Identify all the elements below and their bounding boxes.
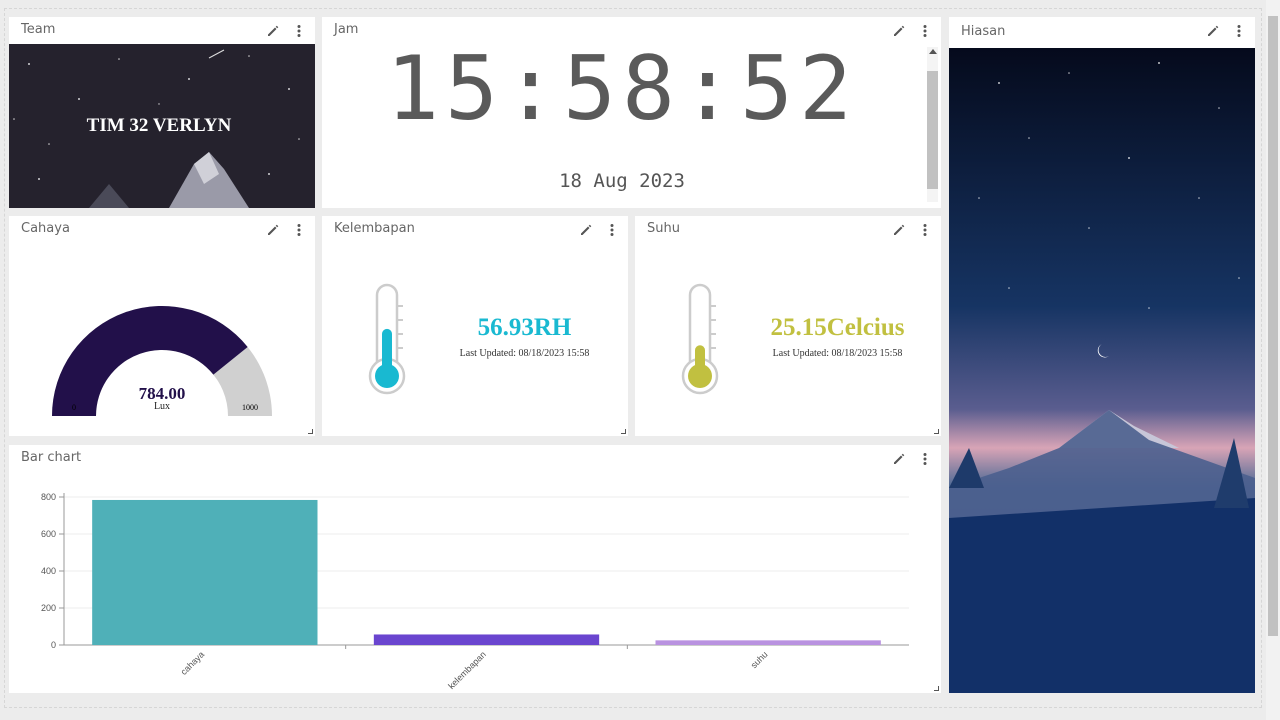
widget-title: Team [21,22,56,37]
resize-handle[interactable] [308,429,313,434]
more-vertical-icon[interactable] [604,222,620,238]
y-tick-label: 800 [41,492,56,502]
bar-cahaya [92,499,318,645]
widget-team: Team TIM 32 VERLYN [9,17,315,208]
bar-kelembapan [373,634,600,645]
gauge-unit: Lux [153,401,171,412]
thermometer-icon [368,283,406,395]
y-tick-label: 200 [41,603,56,613]
widget-kelembapan: Kelembapan 56.93RH Last Updated: 08/18/2… [322,216,628,436]
pencil-icon[interactable] [265,23,281,39]
widget-suhu: Suhu 25.15Celcius Last Updated: 08/18/20… [635,216,941,436]
y-tick-label: 0 [51,640,56,650]
thermometer-icon [681,283,719,395]
widget-jam: Jam 15:58:52 18 Aug 2023 [322,17,941,208]
widget-cahaya: Cahaya 784.00 Lux 0 1000 [9,216,315,436]
page-scrollbar[interactable] [1266,0,1280,720]
x-tick-label: kelembapan [446,649,488,691]
more-vertical-icon[interactable] [1231,23,1247,39]
x-tick-label: suhu [749,649,770,670]
clock-date: 18 Aug 2023 [559,170,685,192]
widget-title: Kelembapan [334,221,415,236]
more-vertical-icon[interactable] [917,222,933,238]
team-banner: TIM 32 VERLYN [9,44,315,208]
x-tick-label: cahaya [179,649,207,677]
gauge-min: 0 [72,403,76,412]
resize-handle[interactable] [934,429,939,434]
clock-time: 15:58:52 [386,37,858,140]
widget-bar-chart: Bar chart 0 200 400 600 800 cahaya kelembapan s… [9,445,941,693]
page-scrollbar-thumb[interactable] [1268,16,1278,636]
team-name: TIM 32 VERLYN [86,115,232,136]
resize-handle[interactable] [621,429,626,434]
widget-hiasan: Hiasan [949,17,1255,693]
pencil-icon[interactable] [1205,23,1221,39]
widget-title: Hiasan [961,24,1006,39]
jam-scrollbar[interactable] [927,47,938,202]
widget-title: Suhu [647,221,680,236]
pencil-icon[interactable] [891,222,907,238]
widget-title: Cahaya [21,221,70,236]
temperature-value: 25.15Celcius [770,314,905,341]
y-tick-label: 400 [41,566,56,576]
humidity-last-updated: Last Updated: 08/18/2023 15:58 [459,348,590,359]
bar-chart: 0 200 400 600 800 cahaya kelembapan suhu [41,492,909,691]
gauge-max: 1000 [242,403,258,412]
y-tick-label: 600 [41,529,56,539]
resize-handle[interactable] [934,686,939,691]
widget-title: Jam [334,22,359,37]
bar-suhu [655,640,881,645]
mountain-landscape-illustration [949,48,1255,693]
pencil-icon[interactable] [578,222,594,238]
temperature-last-updated: Last Updated: 08/18/2023 15:58 [772,348,903,359]
humidity-value: 56.93RH [477,314,572,341]
more-vertical-icon[interactable] [291,23,307,39]
